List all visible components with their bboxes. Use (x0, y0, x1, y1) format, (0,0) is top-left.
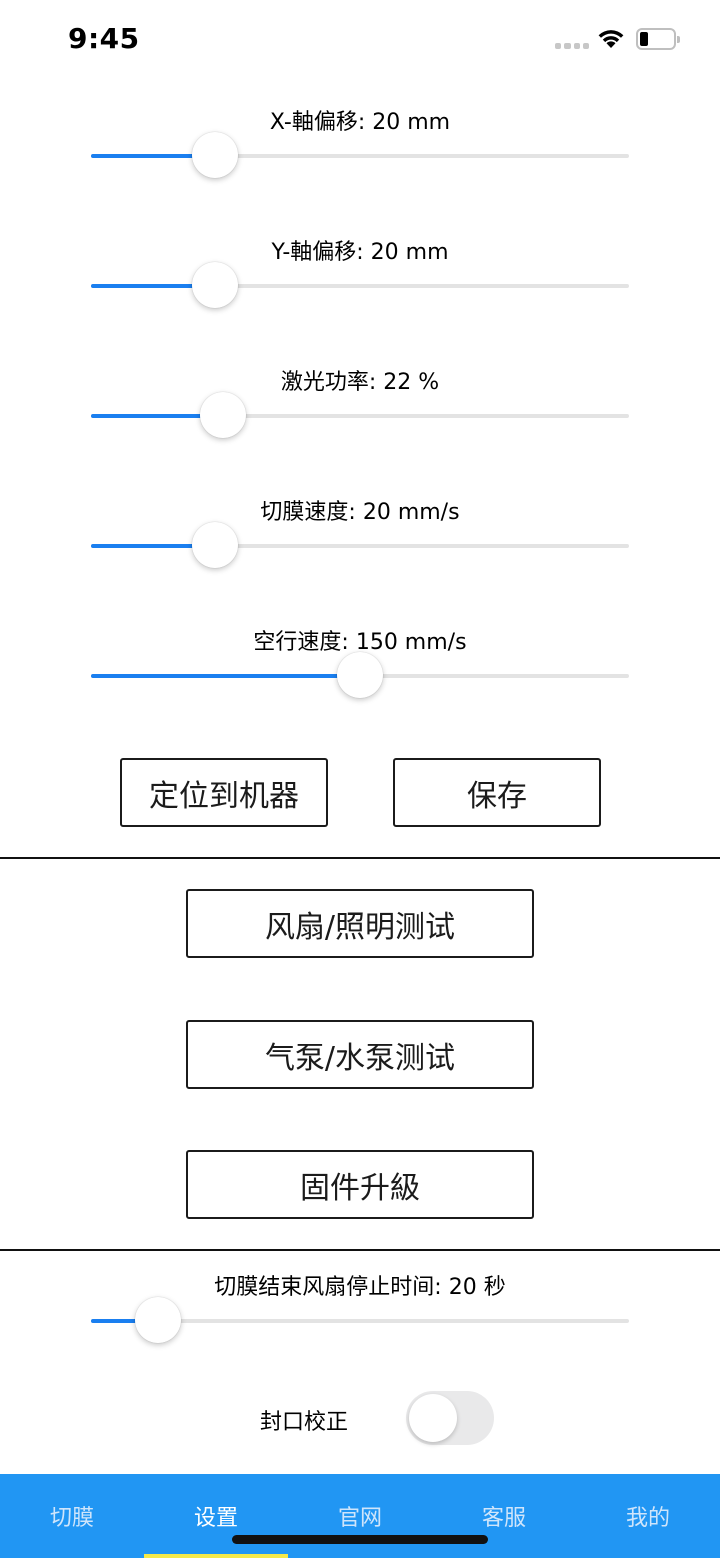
tab-customer-service[interactable]: 客服 (432, 1474, 576, 1558)
air-water-pump-test-button[interactable]: 气泵/水泵测试 (186, 1020, 534, 1089)
slider-thumb[interactable] (135, 1297, 181, 1343)
slider-fill (91, 674, 360, 678)
cutting-speed-label: 切膜速度: 20 mm/s (260, 500, 460, 525)
tab-bar: 切膜 设置 官网 客服 我的 (0, 1474, 720, 1558)
cutting-speed-slider[interactable] (91, 522, 629, 568)
active-tab-indicator (144, 1554, 288, 1558)
slider-thumb[interactable] (192, 522, 238, 568)
battery-icon (636, 28, 680, 50)
toggle-knob (409, 1394, 457, 1442)
locate-to-machine-button[interactable]: 定位到机器 (120, 758, 328, 827)
y-offset-slider[interactable] (91, 262, 629, 308)
slider-thumb[interactable] (200, 392, 246, 438)
tab-label: 我的 (625, 1506, 670, 1531)
tab-label: 官网 (337, 1506, 382, 1531)
tab-mine[interactable]: 我的 (576, 1474, 720, 1558)
seal-correction-toggle[interactable] (406, 1391, 494, 1445)
firmware-upgrade-button[interactable]: 固件升級 (186, 1150, 534, 1219)
tab-settings[interactable]: 设置 (144, 1474, 288, 1558)
home-indicator[interactable] (232, 1535, 488, 1544)
slider-thumb[interactable] (337, 652, 383, 698)
x-offset-slider[interactable] (91, 132, 629, 178)
fan-stop-time-label: 切膜结束风扇停止时间: 20 秒 (214, 1275, 506, 1300)
laser-power-label: 激光功率: 22 % (280, 370, 440, 395)
status-time: 9:45 (68, 22, 140, 55)
laser-power-slider[interactable] (91, 392, 629, 438)
section-divider (0, 857, 720, 859)
wifi-icon (598, 30, 624, 48)
x-offset-label: X-軸偏移: 20 mm (269, 110, 451, 135)
tab-label: 客服 (481, 1506, 526, 1531)
fan-stop-time-slider[interactable] (91, 1297, 629, 1343)
section-divider (0, 1249, 720, 1251)
slider-thumb[interactable] (192, 262, 238, 308)
slider-thumb[interactable] (192, 132, 238, 178)
tab-official-site[interactable]: 官网 (288, 1474, 432, 1558)
status-bar: 9:45 (0, 0, 720, 80)
save-button[interactable]: 保存 (393, 758, 601, 827)
fan-light-test-button[interactable]: 风扇/照明测试 (186, 889, 534, 958)
tab-label: 设置 (193, 1506, 238, 1531)
y-offset-label: Y-軸偏移: 20 mm (271, 240, 449, 265)
seal-correction-label: 封口校正 (260, 1410, 349, 1435)
cellular-signal-icon (555, 43, 589, 49)
tab-cut-film[interactable]: 切膜 (0, 1474, 144, 1558)
tab-label: 切膜 (49, 1506, 94, 1531)
travel-speed-slider[interactable] (91, 652, 629, 698)
